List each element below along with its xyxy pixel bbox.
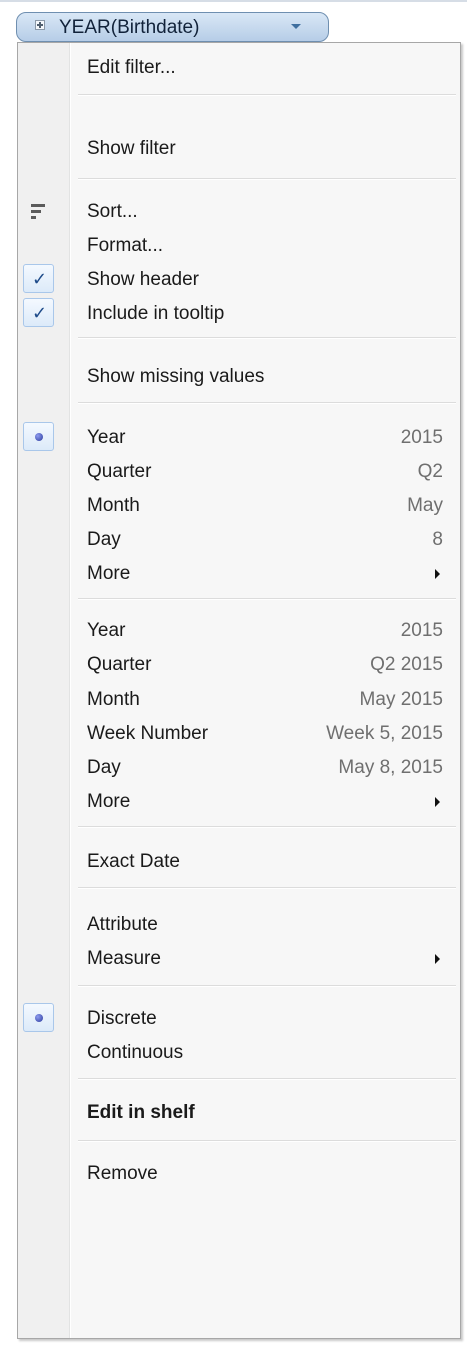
menu-item-show-header[interactable]: ✓ Show header — [18, 263, 460, 297]
menu-item-date-value-week-number[interactable]: Week Number Week 5, 2015 — [18, 717, 460, 751]
chevron-down-icon[interactable] — [291, 24, 301, 29]
menu-item-label: Show missing values — [87, 366, 265, 387]
menu-item-show-missing-values[interactable]: Show missing values — [18, 360, 460, 394]
menu-item-label: Quarter — [87, 461, 152, 482]
menu-item-label: More — [87, 563, 131, 584]
menu-item-edit-in-shelf[interactable]: Edit in shelf — [18, 1096, 460, 1130]
menu-item-date-value-year[interactable]: Year 2015 — [18, 614, 460, 648]
menu-item-show-filter[interactable]: Show filter — [18, 132, 460, 166]
menu-item-label: Measure — [87, 948, 161, 969]
menu-item-value: 2015 — [400, 620, 443, 641]
menu-item-label: Sort... — [87, 201, 138, 222]
menu-item-label: Edit in shelf — [87, 1102, 195, 1123]
menu-item-format[interactable]: Format... — [18, 229, 460, 263]
menu-item-value: May 8, 2015 — [338, 757, 443, 778]
top-border — [0, 0, 467, 2]
menu-item-discrete[interactable]: Discrete — [18, 1002, 460, 1036]
menu-item-edit-filter[interactable]: Edit filter... — [18, 51, 460, 85]
menu-item-label: Month — [87, 495, 140, 516]
pill-label: YEAR(Birthdate) — [59, 17, 200, 38]
menu-item-label: Remove — [87, 1163, 158, 1184]
radio-dot-icon — [23, 422, 54, 451]
menu-item-value: 2015 — [400, 427, 443, 448]
menu-item-label: Format... — [87, 235, 164, 256]
menu-item-value: 8 — [432, 529, 443, 550]
menu-item-label: Attribute — [87, 914, 158, 935]
menu-item-sort[interactable]: Sort... — [18, 195, 460, 229]
menu-item-date-value-quarter[interactable]: Quarter Q2 2015 — [18, 648, 460, 682]
menu-separator — [78, 94, 456, 96]
submenu-arrow-icon — [435, 797, 440, 807]
menu-item-measure[interactable]: Measure — [18, 942, 460, 976]
menu-item-value: Q2 — [417, 461, 443, 482]
context-menu: Edit filter... Show filter Sort... Forma… — [17, 42, 461, 1339]
menu-item-label: Quarter — [87, 654, 152, 675]
menu-item-date-part-month[interactable]: Month May — [18, 489, 460, 523]
checkmark-icon: ✓ — [23, 264, 54, 293]
menu-separator — [78, 887, 456, 889]
radio-dot-icon — [23, 1003, 54, 1032]
menu-item-exact-date[interactable]: Exact Date — [18, 845, 460, 879]
menu-item-value: Q2 2015 — [370, 654, 443, 675]
menu-separator — [78, 1140, 456, 1142]
menu-item-label: Day — [87, 757, 121, 778]
menu-item-date-part-quarter[interactable]: Quarter Q2 — [18, 455, 460, 489]
menu-item-attribute[interactable]: Attribute — [18, 908, 460, 942]
menu-item-label: Day — [87, 529, 121, 550]
menu-item-value: Week 5, 2015 — [326, 723, 443, 744]
menu-item-label: Show filter — [87, 138, 176, 159]
menu-item-value: May — [407, 495, 443, 516]
menu-item-label: Month — [87, 689, 140, 710]
menu-item-label: Include in tooltip — [87, 303, 225, 324]
menu-separator — [78, 178, 456, 180]
menu-item-label: Year — [87, 620, 126, 641]
menu-item-label: Year — [87, 427, 126, 448]
submenu-arrow-icon — [435, 954, 440, 964]
menu-item-date-part-more[interactable]: More — [18, 557, 460, 591]
menu-item-date-part-day[interactable]: Day 8 — [18, 523, 460, 557]
menu-item-remove[interactable]: Remove — [18, 1157, 460, 1191]
sort-icon — [31, 204, 45, 220]
menu-separator — [78, 598, 456, 600]
menu-item-label: Week Number — [87, 723, 209, 744]
menu-separator — [78, 1078, 456, 1080]
menu-item-continuous[interactable]: Continuous — [18, 1036, 460, 1070]
submenu-arrow-icon — [435, 569, 440, 579]
menu-item-label: Show header — [87, 269, 199, 290]
field-pill[interactable]: YEAR(Birthdate) — [16, 12, 329, 42]
menu-item-include-in-tooltip[interactable]: ✓ Include in tooltip — [18, 297, 460, 331]
menu-item-label: More — [87, 791, 131, 812]
menu-item-label: Discrete — [87, 1008, 157, 1029]
menu-item-label: Edit filter... — [87, 57, 176, 78]
menu-separator — [78, 337, 456, 339]
menu-separator — [78, 826, 456, 828]
checkmark-icon: ✓ — [23, 298, 54, 327]
menu-separator — [78, 402, 456, 404]
menu-item-label: Continuous — [87, 1042, 184, 1063]
menu-item-value: May 2015 — [359, 689, 443, 710]
menu-item-date-value-month[interactable]: Month May 2015 — [18, 683, 460, 717]
menu-item-label: Exact Date — [87, 851, 180, 872]
plus-box-icon[interactable] — [35, 20, 45, 30]
menu-separator — [78, 985, 456, 987]
menu-item-date-value-more[interactable]: More — [18, 785, 460, 819]
menu-item-date-value-day[interactable]: Day May 8, 2015 — [18, 751, 460, 785]
menu-item-date-part-year[interactable]: Year 2015 — [18, 421, 460, 455]
